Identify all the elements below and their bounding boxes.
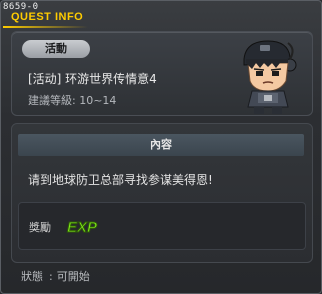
quest-name: [活动] 环游世界传情意4 xyxy=(28,72,157,86)
recommended-level: 建議等級: 10~14 xyxy=(28,92,116,108)
quest-status: 狀態: 可開始 xyxy=(21,268,90,284)
reward-label: 獎勵 xyxy=(29,221,51,234)
npc-portrait-icon xyxy=(243,40,297,114)
level-label: 建議等級 xyxy=(28,94,72,107)
exp-icon: EXP xyxy=(67,219,99,237)
exp-icon-text: EXP xyxy=(67,219,98,236)
status-separator: : xyxy=(49,270,53,283)
level-range: 10~14 xyxy=(79,94,117,107)
status-value: 可開始 xyxy=(56,270,90,283)
window-title: QUEST INFO xyxy=(11,11,84,23)
content-text: 请到地球防卫总部寻找参谋美得恩! xyxy=(28,173,213,187)
title-underline xyxy=(3,26,88,28)
content-header: 內容 xyxy=(18,134,304,156)
quest-content-panel: 內容 请到地球防卫总部寻找参谋美得恩! 獎勵 EXP xyxy=(11,123,313,263)
category-badge: 活動 xyxy=(22,40,90,58)
reward-box: 獎勵 EXP xyxy=(18,202,306,250)
quest-info-window: 8659-0 QUEST INFO 活動 [活动] 环游世界传情意4 建議等級:… xyxy=(0,0,322,294)
status-label: 狀態 xyxy=(21,270,43,283)
quest-header-panel: 活動 [活动] 环游世界传情意4 建議等級: 10~14 xyxy=(11,31,313,116)
